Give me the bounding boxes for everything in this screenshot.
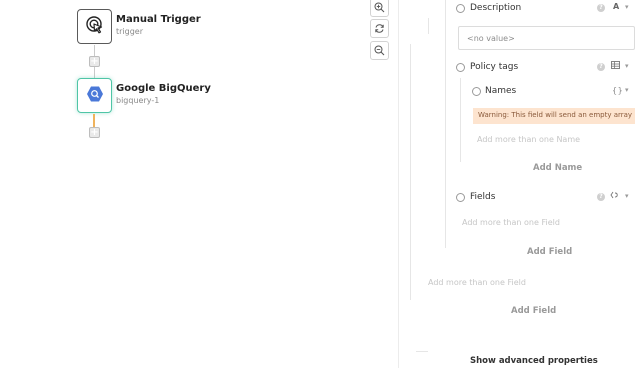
nesting-guide — [428, 18, 429, 34]
outer-add-field-button[interactable]: Add Field — [511, 306, 556, 316]
divider — [416, 351, 428, 352]
google-bigquery-node[interactable] — [77, 78, 112, 113]
nesting-guide — [460, 78, 461, 162]
names-placeholder: Add more than one Name — [477, 135, 581, 144]
fields-label: Fields — [470, 192, 496, 202]
add-field-button[interactable]: Add Field — [527, 247, 572, 257]
expression-icon[interactable] — [610, 191, 620, 201]
help-icon[interactable]: ? — [597, 63, 605, 71]
zoom-out-button[interactable] — [370, 41, 389, 60]
fields-placeholder: Add more than one Field — [462, 218, 560, 227]
help-icon[interactable]: ? — [597, 4, 605, 12]
bigquery-node-title: Google BigQuery — [116, 83, 211, 94]
table-icon[interactable] — [611, 61, 620, 71]
nesting-guide — [410, 44, 411, 300]
workflow-canvas[interactable]: Manual Trigger trigger + Google BigQuery… — [0, 0, 398, 368]
add-name-button[interactable]: Add Name — [533, 163, 582, 173]
description-value-field[interactable]: <no value> — [458, 26, 635, 50]
nesting-guide — [445, 0, 446, 248]
zoom-out-icon — [374, 41, 385, 60]
connector-line-active — [93, 114, 95, 127]
outer-fields-placeholder: Add more than one Field — [428, 278, 526, 287]
chevron-down-icon[interactable]: ▾ — [625, 86, 629, 94]
add-node-button[interactable]: + — [89, 56, 100, 67]
workflow-editor: Manual Trigger trigger + Google BigQuery… — [0, 0, 640, 368]
show-advanced-properties-button[interactable]: Show advanced properties — [470, 356, 598, 366]
policy-tags-label: Policy tags — [470, 62, 519, 72]
manual-trigger-node[interactable] — [77, 9, 112, 44]
cursor-click-icon — [85, 15, 105, 39]
array-type-icon[interactable]: { } — [612, 86, 623, 95]
fields-toggle[interactable] — [456, 193, 465, 202]
refresh-icon — [374, 19, 385, 38]
help-icon[interactable]: ? — [597, 193, 605, 201]
add-node-button[interactable]: + — [89, 127, 100, 138]
chevron-down-icon[interactable]: ▾ — [625, 62, 629, 70]
text-type-icon[interactable]: A — [613, 2, 619, 11]
chevron-down-icon[interactable]: ▾ — [625, 3, 629, 11]
trigger-node-title: Manual Trigger — [116, 14, 201, 25]
zoom-in-icon — [374, 0, 385, 17]
connector-line — [94, 45, 95, 56]
bigquery-node-subtitle: bigquery-1 — [116, 96, 160, 105]
chevron-down-icon[interactable]: ▾ — [625, 192, 629, 200]
bigquery-icon — [86, 85, 104, 107]
description-label: Description — [470, 3, 522, 13]
names-label: Names — [485, 86, 517, 96]
names-toggle[interactable] — [472, 87, 481, 96]
zoom-in-button[interactable] — [370, 0, 389, 17]
policy-tags-toggle[interactable] — [456, 63, 465, 72]
connector-line — [94, 67, 95, 78]
description-toggle[interactable] — [456, 4, 465, 13]
trigger-node-subtitle: trigger — [116, 27, 144, 36]
reset-zoom-button[interactable] — [370, 19, 389, 38]
empty-array-warning: Warning: This field will send an empty a… — [473, 108, 635, 124]
